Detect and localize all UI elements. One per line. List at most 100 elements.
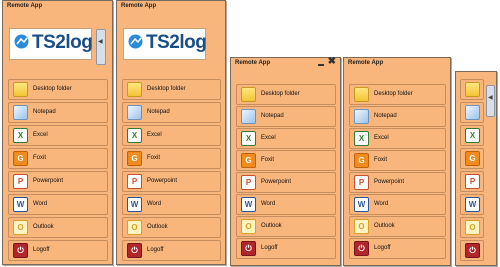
folder-icon bbox=[354, 87, 369, 102]
app-item-excel[interactable]: X Excel bbox=[122, 125, 221, 146]
app-item-logoff[interactable]: ⏻ Logoff bbox=[122, 240, 221, 261]
app-item-foxit[interactable]: G Foxit bbox=[8, 148, 108, 169]
excel-icon: X bbox=[241, 131, 256, 146]
app-item-desktop-folder[interactable] bbox=[460, 79, 484, 100]
app-item-desktop-folder[interactable]: Desktop folder bbox=[8, 79, 108, 100]
excel-icon: X bbox=[127, 128, 142, 143]
app-item-label: Outlook bbox=[261, 223, 282, 229]
app-item-label: Outlook bbox=[33, 224, 54, 230]
app-item-label: Logoff bbox=[374, 245, 391, 251]
app-item-notepad[interactable] bbox=[460, 102, 484, 123]
app-item-logoff[interactable]: ⏻ Logoff bbox=[236, 238, 336, 259]
app-item-label: Desktop folder bbox=[147, 86, 186, 92]
outlook-icon: O bbox=[465, 220, 480, 235]
app-item-outlook[interactable]: O Outlook bbox=[349, 216, 446, 237]
foxit-icon: G bbox=[127, 151, 142, 166]
app-item-word[interactable]: W Word bbox=[8, 194, 108, 215]
ts2log-logo: TS2log bbox=[123, 28, 207, 60]
app-item-desktop-folder[interactable]: Desktop folder bbox=[236, 84, 336, 105]
logoff-icon: ⏻ bbox=[127, 243, 142, 258]
app-item-powerpoint[interactable]: P bbox=[460, 171, 484, 192]
word-icon: W bbox=[241, 197, 256, 212]
app-item-powerpoint[interactable]: P Powerpoint bbox=[122, 171, 221, 192]
app-item-excel[interactable]: X bbox=[460, 125, 484, 146]
app-item-label: Powerpoint bbox=[33, 178, 64, 184]
notepad-icon bbox=[127, 105, 142, 120]
app-item-outlook[interactable]: O Outlook bbox=[236, 216, 336, 237]
app-item-label: Notepad bbox=[374, 113, 397, 119]
app-item-label: Notepad bbox=[261, 113, 284, 119]
scroll-tab[interactable]: ◀ bbox=[96, 29, 106, 65]
app-item-desktop-folder[interactable]: Desktop folder bbox=[122, 79, 221, 100]
app-item-outlook[interactable]: O bbox=[460, 217, 484, 238]
logoff-icon: ⏻ bbox=[465, 243, 480, 258]
folder-icon bbox=[127, 82, 142, 97]
remote-app-panel-2: Remote App TS2log Desktop folder Notepad… bbox=[116, 0, 226, 265]
excel-icon: X bbox=[465, 128, 480, 143]
app-item-label: Logoff bbox=[147, 247, 164, 253]
excel-icon: X bbox=[13, 128, 28, 143]
chevron-left-icon: ◀ bbox=[488, 95, 493, 101]
logo-ball-icon bbox=[14, 34, 29, 49]
app-item-excel[interactable]: X Excel bbox=[8, 125, 108, 146]
app-item-label: Word bbox=[147, 201, 162, 207]
remote-app-panel-3: Remote App ✖ Desktop folder Notepad X Exc… bbox=[230, 57, 341, 266]
app-item-foxit[interactable]: G bbox=[460, 148, 484, 169]
app-item-logoff[interactable]: ⏻ Logoff bbox=[8, 240, 108, 261]
excel-icon: X bbox=[354, 131, 369, 146]
panel-title: Remote App bbox=[348, 60, 384, 66]
notepad-icon bbox=[241, 109, 256, 124]
app-item-desktop-folder[interactable]: Desktop folder bbox=[349, 84, 446, 105]
foxit-icon: G bbox=[354, 153, 369, 168]
app-item-label: Excel bbox=[33, 132, 48, 138]
app-item-label: Logoff bbox=[261, 245, 278, 251]
app-item-notepad[interactable]: Notepad bbox=[8, 102, 108, 123]
app-item-powerpoint[interactable]: P Powerpoint bbox=[236, 172, 336, 193]
close-icon[interactable]: ✖ bbox=[328, 57, 336, 67]
app-item-outlook[interactable]: O Outlook bbox=[8, 217, 108, 238]
minimize-icon[interactable] bbox=[318, 64, 324, 66]
app-item-label: Foxit bbox=[261, 157, 275, 163]
outlook-icon: O bbox=[13, 220, 28, 235]
powerpoint-icon: P bbox=[354, 175, 369, 190]
foxit-icon: G bbox=[241, 153, 256, 168]
powerpoint-icon: P bbox=[127, 174, 142, 189]
foxit-icon: G bbox=[465, 151, 480, 166]
word-icon: W bbox=[465, 197, 480, 212]
app-item-outlook[interactable]: O Outlook bbox=[122, 217, 221, 238]
app-item-powerpoint[interactable]: P Powerpoint bbox=[8, 171, 108, 192]
remote-app-panel-4: Remote App Desktop folder Notepad X Excel… bbox=[343, 57, 451, 266]
app-item-powerpoint[interactable]: P Powerpoint bbox=[349, 172, 446, 193]
logoff-icon: ⏻ bbox=[241, 241, 256, 256]
folder-icon bbox=[13, 82, 28, 97]
app-item-notepad[interactable]: Notepad bbox=[236, 106, 336, 127]
folder-icon bbox=[465, 82, 480, 97]
folder-icon bbox=[241, 87, 256, 102]
app-item-notepad[interactable]: Notepad bbox=[349, 106, 446, 127]
panel-title: Remote App bbox=[235, 60, 271, 66]
app-item-label: Word bbox=[261, 201, 276, 207]
notepad-icon bbox=[465, 105, 480, 120]
scroll-tab[interactable]: ◀ bbox=[486, 85, 495, 117]
window-controls: ✖ bbox=[312, 57, 336, 68]
app-item-foxit[interactable]: G Foxit bbox=[349, 150, 446, 171]
logo-text: TS2log bbox=[146, 32, 207, 53]
app-item-word[interactable]: W bbox=[460, 194, 484, 215]
app-item-excel[interactable]: X Excel bbox=[349, 128, 446, 149]
app-item-excel[interactable]: X Excel bbox=[236, 128, 336, 149]
app-item-label: Foxit bbox=[33, 155, 47, 161]
app-item-label: Desktop folder bbox=[261, 91, 300, 97]
notepad-icon bbox=[354, 109, 369, 124]
panel-title: Remote App bbox=[7, 3, 43, 9]
app-item-label: Outlook bbox=[147, 224, 168, 230]
logoff-icon: ⏻ bbox=[354, 241, 369, 256]
powerpoint-icon: P bbox=[241, 175, 256, 190]
app-item-foxit[interactable]: G Foxit bbox=[122, 148, 221, 169]
app-item-notepad[interactable]: Notepad bbox=[122, 102, 221, 123]
app-item-word[interactable]: W Word bbox=[122, 194, 221, 215]
app-item-word[interactable]: W Word bbox=[236, 194, 336, 215]
app-item-logoff[interactable]: ⏻ bbox=[460, 240, 484, 261]
app-item-logoff[interactable]: ⏻ Logoff bbox=[349, 238, 446, 259]
app-item-word[interactable]: W Word bbox=[349, 194, 446, 215]
app-item-foxit[interactable]: G Foxit bbox=[236, 150, 336, 171]
